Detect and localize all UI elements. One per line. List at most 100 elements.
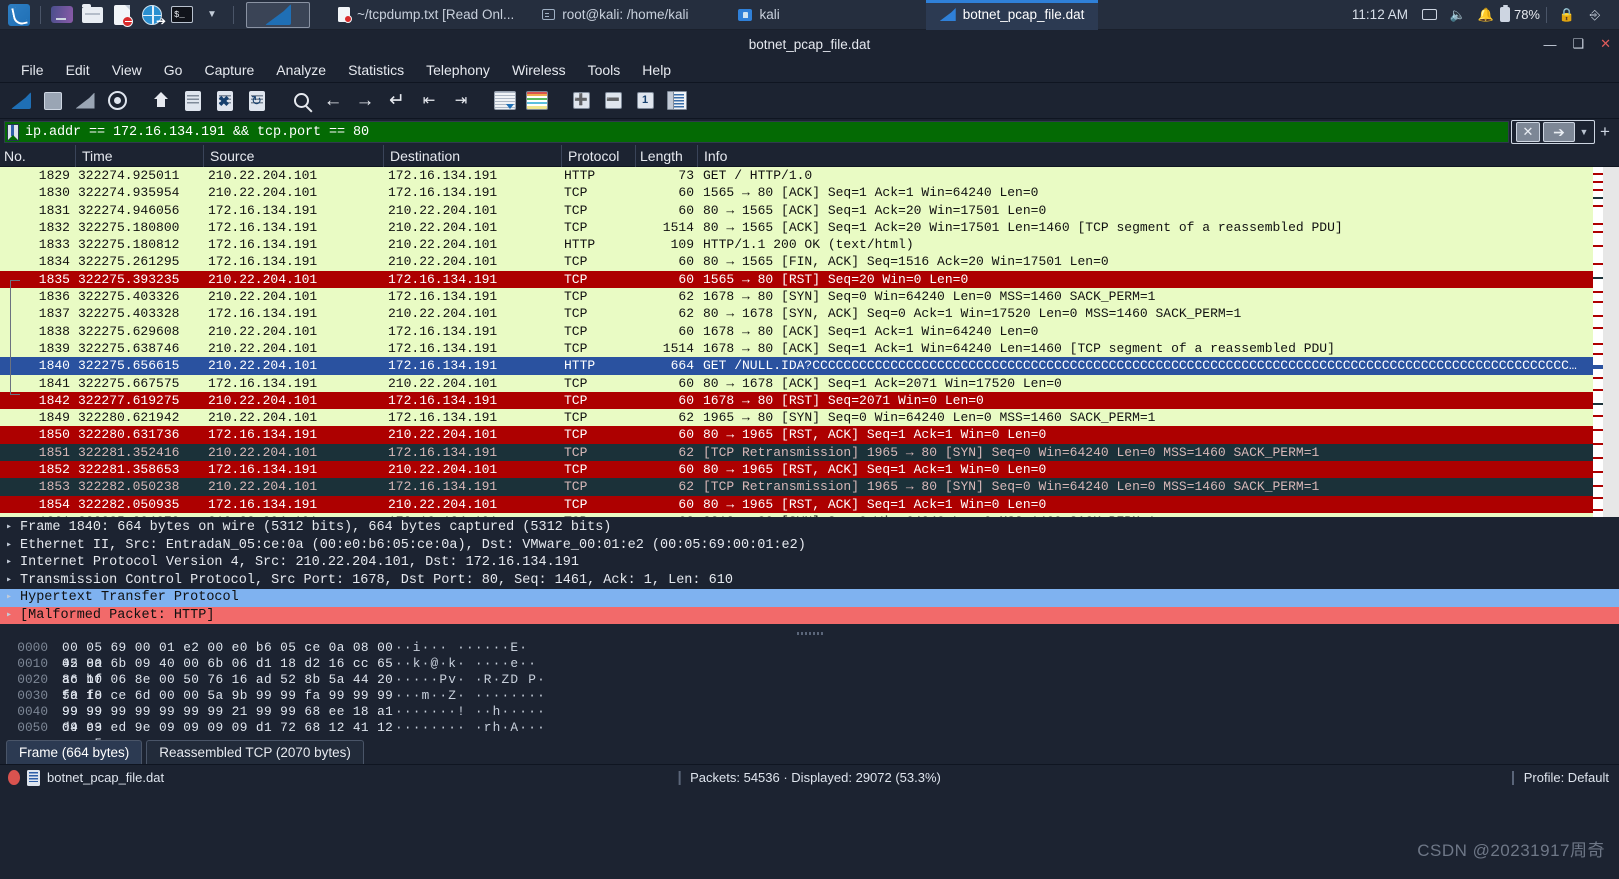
stop-capture-icon[interactable]: [38, 86, 68, 116]
taskbar-active-app-wireshark[interactable]: [246, 1, 310, 28]
table-row[interactable]: 1854 322282.050935 172.16.134.191 210.22.20…: [0, 495, 1619, 513]
lock-icon[interactable]: 🔒: [1553, 0, 1581, 30]
taskbar-window-wireshark[interactable]: botnet_pcap_file.dat: [925, 0, 1099, 30]
menu-edit[interactable]: Edit: [55, 58, 101, 83]
go-to-packet-icon[interactable]: ↵: [382, 86, 412, 116]
menu-wireless[interactable]: Wireless: [501, 58, 577, 83]
maximize-button[interactable]: ❑: [1570, 36, 1586, 52]
chevron-down-icon[interactable]: ▼: [1575, 122, 1593, 142]
bell-icon[interactable]: 🔔: [1472, 0, 1500, 30]
chevron-down-icon[interactable]: ▼: [199, 2, 225, 28]
folder-icon[interactable]: [79, 2, 105, 28]
table-row[interactable]: 1851 322281.352416 210.22.204.101 172.16.13…: [0, 443, 1619, 462]
status-profile[interactable]: Profile: Default: [1511, 770, 1609, 785]
chevron-right-icon[interactable]: ▸: [6, 554, 20, 572]
detail-tree-item[interactable]: ▸ [Malformed Packet: HTTP]: [0, 606, 1619, 625]
files-icon[interactable]: [49, 2, 75, 28]
close-button[interactable]: ✕: [1598, 36, 1613, 52]
capture-file-icon[interactable]: [27, 769, 40, 786]
go-to-first-packet-icon[interactable]: ⇤: [414, 86, 444, 116]
zoom-reset-icon[interactable]: 1: [630, 86, 660, 116]
resize-columns-icon[interactable]: [662, 86, 692, 116]
packet-bytes-pane[interactable]: 0000 00 05 69 00 01 e2 00 e0 b6 05 ce 0a …: [0, 638, 1619, 751]
detail-tree-item[interactable]: ▸ Transmission Control Protocol, Src Port…: [0, 572, 1619, 590]
chevron-right-icon[interactable]: ▸: [6, 607, 20, 625]
display-icon[interactable]: [1416, 0, 1444, 30]
add-filter-button-icon[interactable]: +: [1595, 122, 1615, 142]
menu-help[interactable]: Help: [631, 58, 682, 83]
table-row[interactable]: 1852 322281.358653 172.16.134.191 210.22.20…: [0, 461, 1619, 479]
battery-indicator[interactable]: 78%: [1499, 4, 1540, 22]
tab-frame[interactable]: Frame (664 bytes): [6, 740, 143, 764]
table-row[interactable]: 1834 322275.261295 172.16.134.191 210.22.20…: [0, 253, 1619, 271]
apply-filter-icon[interactable]: ➔: [1543, 122, 1575, 142]
colorize-icon[interactable]: [522, 86, 552, 116]
open-file-icon[interactable]: [146, 86, 176, 116]
zoom-in-icon[interactable]: ➕: [566, 86, 596, 116]
kali-menu-icon[interactable]: [6, 2, 32, 28]
hexdump-row[interactable]: 0050 09 99 ed 9e 09 09 09 09 d1 72 68 12 …: [0, 720, 1619, 751]
auto-scroll-icon[interactable]: [490, 86, 520, 116]
clear-filter-icon[interactable]: ✕: [1516, 122, 1540, 142]
find-packet-icon[interactable]: [286, 86, 316, 116]
chevron-right-icon[interactable]: ▸: [6, 589, 20, 607]
save-file-icon[interactable]: [178, 86, 208, 116]
table-row[interactable]: 1836 322275.403326 210.22.204.101 172.16.13…: [0, 288, 1619, 306]
chevron-right-icon[interactable]: ▸: [6, 537, 20, 555]
column-header-no[interactable]: No.: [0, 144, 76, 167]
menu-go[interactable]: Go: [153, 58, 194, 83]
table-row[interactable]: 1853 322282.050238 210.22.204.101 172.16.13…: [0, 478, 1619, 496]
filter-bookmark-icon[interactable]: [7, 123, 19, 141]
table-row[interactable]: 1841 322275.667575 172.16.134.191 210.22.20…: [0, 374, 1619, 392]
taskbar-window-kali-files[interactable]: kali: [724, 0, 793, 30]
terminal-icon[interactable]: $_: [169, 2, 195, 28]
column-header-protocol[interactable]: Protocol: [562, 144, 636, 167]
volume-icon[interactable]: 🔈: [1444, 0, 1472, 30]
menu-capture[interactable]: Capture: [193, 58, 265, 83]
table-row[interactable]: 1839 322275.638746 210.22.204.101 172.16.13…: [0, 339, 1619, 358]
expert-info-error-icon[interactable]: [8, 770, 20, 785]
table-row[interactable]: 1831 322274.946056 172.16.134.191 210.22.20…: [0, 201, 1619, 219]
table-row[interactable]: 1850 322280.631736 172.16.134.191 210.22.20…: [0, 426, 1619, 444]
menu-telephony[interactable]: Telephony: [415, 58, 501, 83]
hexdump-row[interactable]: 0010 02 8a 6b 09 40 00 6b 06 d1 18 d2 16 …: [0, 656, 1619, 687]
table-row[interactable]: 1837 322275.403328 172.16.134.191 210.22.20…: [0, 305, 1619, 323]
column-header-length[interactable]: Length: [636, 144, 698, 167]
chevron-right-icon[interactable]: ▸: [6, 519, 20, 537]
packet-list-rows[interactable]: 1829 322274.925011 210.22.204.101 172.16.13…: [0, 167, 1619, 517]
column-header-info[interactable]: Info: [698, 145, 1619, 167]
detail-tree-item[interactable]: ▸ Hypertext Transfer Protocol: [0, 589, 1619, 607]
hexdump-row[interactable]: 0000 00 05 69 00 01 e2 00 e0 b6 05 ce 0a …: [0, 640, 1619, 671]
packet-list-pane[interactable]: No. Time Source Destination Protocol Len…: [0, 144, 1619, 517]
go-to-last-packet-icon[interactable]: ⇥: [446, 86, 476, 116]
table-row[interactable]: 1861322285.294672210.22.204.101172.16.13…: [0, 512, 1619, 517]
column-header-destination[interactable]: Destination: [384, 144, 562, 167]
table-row[interactable]: 1833 322275.180812 172.16.134.191 210.22.20…: [0, 236, 1619, 254]
clock[interactable]: 11:12 AM: [1344, 7, 1416, 22]
taskbar-window-tcpdump[interactable]: ~/tcpdump.txt [Read Onl...: [324, 0, 528, 30]
table-row[interactable]: 1842 322277.619275 210.22.204.101 172.16.13…: [0, 391, 1619, 410]
table-row[interactable]: 1840 322275.656615 210.22.204.101 172.16.13…: [0, 357, 1619, 375]
capture-options-icon[interactable]: [102, 86, 132, 116]
restart-capture-icon[interactable]: [70, 86, 100, 116]
menu-file[interactable]: File: [10, 58, 55, 83]
column-header-source[interactable]: Source: [204, 144, 384, 167]
hexdump-row[interactable]: 0020 86 bf 06 8e 00 50 76 16 ad 52 8b 5a …: [0, 672, 1619, 703]
detail-tree-item[interactable]: ▸ Frame 1840: 664 bytes on wire (5312 bit…: [0, 519, 1619, 537]
menu-analyze[interactable]: Analyze: [265, 58, 337, 83]
hexdump-row[interactable]: 0030 fa f0 ce 6d 00 00 5a 9b 99 99 fa 99 …: [0, 688, 1619, 719]
display-filter-input[interactable]: ip.addr == 172.16.134.191 && tcp.port ==…: [4, 121, 1509, 143]
table-row[interactable]: 1832 322275.180800 172.16.134.191 210.22.20…: [0, 218, 1619, 237]
table-row[interactable]: 1830 322274.935954 210.22.204.101 172.16.13…: [0, 184, 1619, 202]
document-icon[interactable]: [109, 2, 135, 28]
column-header-time[interactable]: Time: [76, 144, 204, 167]
browser-icon[interactable]: ➔: [139, 2, 166, 28]
minimize-button[interactable]: —: [1541, 37, 1558, 52]
taskbar-window-terminal[interactable]: root@kali: /home/kali: [528, 0, 702, 30]
detail-tree-item[interactable]: ▸ Internet Protocol Version 4, Src: 210.2…: [0, 554, 1619, 572]
menu-view[interactable]: View: [101, 58, 153, 83]
chevron-right-icon[interactable]: ▸: [6, 572, 20, 590]
reload-file-icon[interactable]: ↻: [242, 86, 272, 116]
hexdump-row[interactable]: 0040 99 99 99 99 99 99 99 21 99 99 68 ee …: [0, 704, 1619, 735]
go-forward-icon[interactable]: →: [350, 86, 380, 116]
